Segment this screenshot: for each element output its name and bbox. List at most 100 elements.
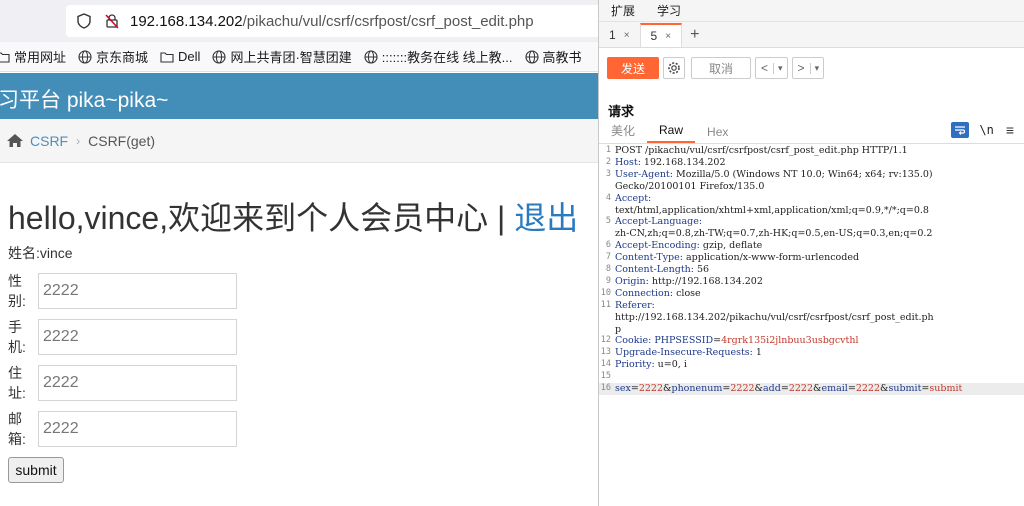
request-title: 请求	[608, 104, 635, 119]
header-value: Mozilla/5.0 (Windows NT 10.0; Win64; x64…	[672, 168, 933, 180]
header-value: http://192.168.134.202	[648, 275, 763, 287]
history-back-button[interactable]: < ▾	[755, 57, 788, 79]
close-icon[interactable]: ×	[624, 30, 630, 41]
insecure-lock-icon[interactable]	[104, 13, 120, 29]
bookmark-academic[interactable]: :::::::教务在线 线上教...	[364, 47, 513, 66]
request-line[interactable]: 11 Referer:	[599, 300, 1024, 312]
line-number	[599, 205, 615, 217]
request-line[interactable]: p	[599, 324, 1024, 336]
request-line[interactable]: 12 Cookie: PHPSESSID=4rgrk135i2jlnbuu3usb…	[599, 335, 1024, 347]
line-number: 9	[605, 275, 611, 286]
globe-icon	[524, 49, 539, 64]
request-line[interactable]: 9 Origin: http://192.168.134.202	[599, 276, 1024, 288]
bookmark-label: 京东商城	[96, 50, 149, 65]
tab-raw[interactable]: Raw	[647, 123, 696, 143]
repeater-tab-5[interactable]: 5 ×	[639, 23, 683, 47]
line-number: 11	[600, 299, 611, 310]
breadcrumb-current: CSRF(get)	[88, 132, 156, 149]
shield-icon[interactable]	[76, 13, 92, 29]
tab-hex[interactable]: Hex	[695, 125, 740, 143]
request-line[interactable]: 13 Upgrade-Insecure-Requests: 1	[599, 347, 1024, 359]
globe-icon	[364, 49, 378, 64]
send-button[interactable]: 发送	[607, 57, 659, 79]
newline-icon[interactable]: \n	[979, 123, 993, 137]
bookmark-jd[interactable]: 京东商城	[78, 47, 148, 66]
screen-root: 192.168.134.202/pikachu/vul/csrf/csrfpos…	[0, 0, 1024, 506]
history-forward-button[interactable]: > ▾	[791, 57, 825, 79]
bookmark-textbook[interactable]: 高教书	[524, 47, 582, 66]
submit-button[interactable]: submit	[8, 457, 64, 483]
tab-pretty[interactable]: 美化	[599, 122, 647, 143]
request-line[interactable]: 8 Content-Length: 56	[599, 264, 1024, 276]
header-value: application/x-www-form-urlencoded	[682, 252, 860, 264]
line-text: Gecko/20100101 Firefox/135.0	[615, 180, 765, 192]
header-name: Accept-Encoding:	[615, 240, 700, 252]
header-name: Host:	[615, 156, 641, 168]
request-line[interactable]: 1 POST /pikachu/vul/csrf/csrfpost/csrf_po…	[599, 145, 1024, 157]
line-text: http://192.168.134.202/pikachu/vul/csrf/…	[615, 311, 934, 323]
add-tab-icon[interactable]: +	[682, 23, 707, 47]
request-line[interactable]: Gecko/20100101 Firefox/135.0	[599, 181, 1024, 193]
request-line[interactable]: 10 Connection: close	[599, 288, 1024, 300]
raw-request-editor[interactable]: 1 POST /pikachu/vul/csrf/csrfpost/csrf_po…	[599, 145, 1024, 506]
burp-repeater-panel: 扩展 学习 1 × 5 × + 发送 取消 < ▾ > ▾ 请求 美化 Raw …	[598, 0, 1024, 506]
phone-input[interactable]: 2222	[38, 319, 237, 355]
request-line[interactable]: zh-CN,zh;q=0.8,zh-TW;q=0.7,zh-HK;q=0.5,e…	[599, 228, 1024, 240]
line-text: sex=2222&phonenum=2222&add=2222&email=22…	[615, 383, 962, 395]
request-line[interactable]: 15	[599, 371, 1024, 383]
caret-down-icon[interactable]: ▾	[809, 62, 824, 74]
header-name: Content-Length:	[615, 264, 694, 275]
param-equals: =	[780, 383, 789, 394]
line-text: Origin: http://192.168.134.202	[615, 276, 763, 288]
logout-link[interactable]: 退出	[514, 200, 578, 236]
cookie-equals: =	[713, 335, 722, 347]
bookmark-youth-league[interactable]: 网上共青团·智慧团建	[212, 47, 352, 66]
address-bar[interactable]: 192.168.134.202/pikachu/vul/csrf/csrfpos…	[66, 5, 598, 37]
request-line[interactable]: 4 Accept:	[599, 193, 1024, 205]
line-text: Priority: u=0, i	[615, 359, 687, 371]
line-text: Host: 192.168.134.202	[615, 157, 726, 169]
cancel-button[interactable]: 取消	[691, 57, 751, 79]
request-line[interactable]: 5 Accept-Language:	[599, 216, 1024, 228]
site-title[interactable]: 习平台 pika~pika~	[0, 84, 168, 114]
folder-icon	[160, 51, 174, 63]
bookmark-folder-dell[interactable]: Dell	[160, 49, 200, 64]
breadcrumb-link-csrf[interactable]: CSRF	[30, 133, 68, 149]
header-value: 56	[693, 264, 710, 275]
request-line[interactable]: 3 User-Agent: Mozilla/5.0 (Windows NT 10.…	[599, 169, 1024, 181]
repeater-toolbar: 发送 取消 < ▾ > ▾	[599, 48, 1024, 88]
request-line[interactable]: 14 Priority: u=0, i	[599, 359, 1024, 371]
request-line[interactable]: 2 Host: 192.168.134.202	[599, 157, 1024, 169]
request-line[interactable]: 6 Accept-Encoding: gzip, deflate	[599, 240, 1024, 252]
header-name: Upgrade-Insecure-Requests:	[615, 347, 753, 359]
close-icon[interactable]: ×	[665, 31, 671, 42]
header-name: Accept:	[615, 192, 652, 204]
request-line[interactable]: 16 sex=2222&phonenum=2222&add=2222&email=…	[599, 383, 1024, 395]
bookmark-folder-common[interactable]: 常用网址	[0, 47, 66, 66]
email-input[interactable]: 2222	[38, 411, 237, 447]
url-text[interactable]: 192.168.134.202/pikachu/vul/csrf/csrfpos…	[130, 13, 534, 30]
chevron-right-icon: >	[797, 61, 805, 75]
wrap-lines-icon[interactable]	[951, 122, 970, 138]
repeater-tab-1[interactable]: 1 ×	[599, 23, 640, 47]
menu-extensions[interactable]: 扩展	[611, 2, 635, 19]
name-display: 姓名:vince	[8, 245, 73, 261]
settings-button[interactable]	[663, 57, 685, 79]
request-line[interactable]: text/html,application/xhtml+xml,applicat…	[599, 205, 1024, 217]
line-number: 13	[600, 347, 611, 358]
form-row-gender: 性别: 2222	[8, 271, 237, 311]
param-equals: =	[630, 383, 639, 394]
url-path: /pikachu/vul/csrf/csrfpost/csrf_post_edi…	[242, 12, 534, 30]
address-input[interactable]: 2222	[38, 365, 237, 401]
tab-label: 1	[609, 28, 616, 42]
phone-label: 手机:	[8, 319, 26, 355]
menu-icon[interactable]: ≡	[1006, 122, 1014, 138]
param-name: submit	[888, 383, 922, 394]
menu-learn[interactable]: 学习	[657, 2, 681, 19]
tab-label: 5	[650, 29, 658, 43]
request-line[interactable]: 7 Content-Type: application/x-www-form-ur…	[599, 252, 1024, 264]
form-row-email: 邮箱: 2222	[8, 409, 237, 449]
request-line[interactable]: http://192.168.134.202/pikachu/vul/csrf/…	[599, 312, 1024, 324]
gender-input[interactable]: 2222	[38, 273, 237, 309]
caret-down-icon[interactable]: ▾	[773, 62, 787, 74]
